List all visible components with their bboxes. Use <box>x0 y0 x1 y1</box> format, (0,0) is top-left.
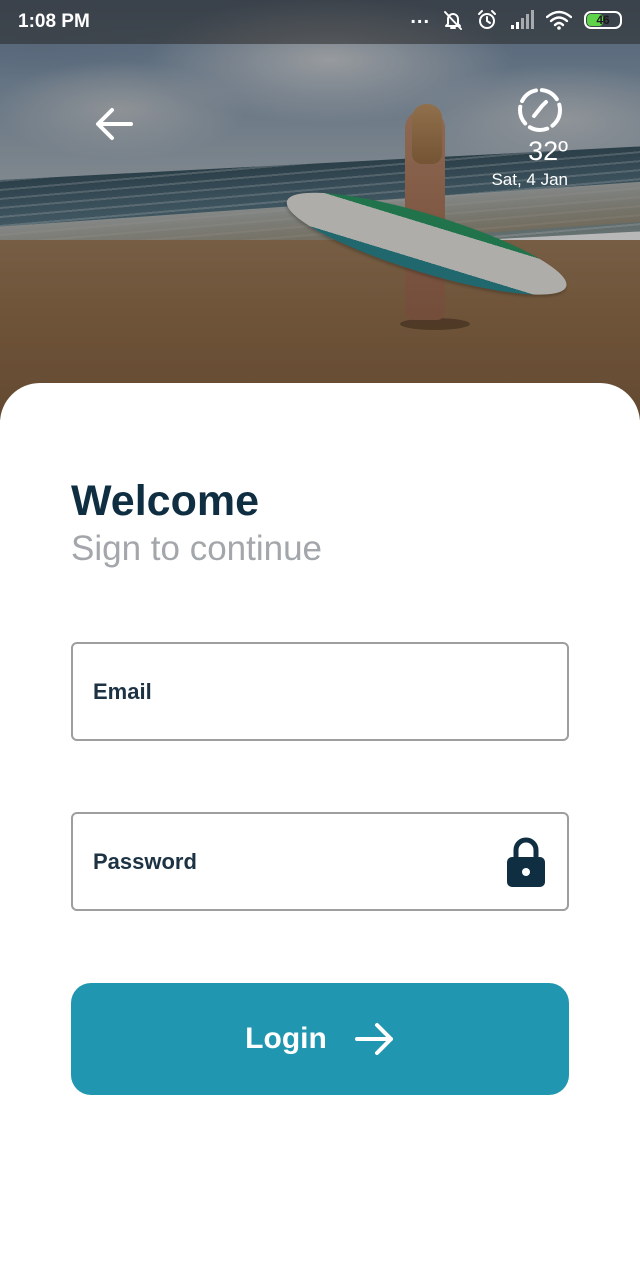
welcome-subtitle: Sign to continue <box>71 529 323 568</box>
battery-level-text: 46 <box>596 13 610 27</box>
muted-bell-icon <box>442 9 464 31</box>
back-button[interactable] <box>90 100 138 148</box>
password-field[interactable] <box>71 812 569 911</box>
date-text: Sat, 4 Jan <box>491 170 568 189</box>
arrow-left-icon <box>96 108 133 140</box>
status-bar: 1:08 PM ... 46 <box>0 0 640 44</box>
login-card: Welcome Sign to continue Login <box>0 383 640 1280</box>
email-input[interactable] <box>93 644 493 739</box>
status-time: 1:08 PM <box>18 11 90 32</box>
welcome-title: Welcome <box>71 477 259 525</box>
login-button-label: Login <box>245 1022 327 1055</box>
battery-icon: 46 <box>584 11 622 29</box>
lock-icon[interactable] <box>505 836 547 888</box>
email-field[interactable] <box>71 642 569 741</box>
dots-icon: ... <box>410 6 430 28</box>
alarm-icon <box>476 9 498 31</box>
dashed-compass-icon <box>518 88 562 132</box>
login-screen: 1:08 PM ... 46 32º Sat, 4 Jan Welcome Si… <box>0 0 640 1280</box>
signal-icon <box>510 10 534 30</box>
temperature-text: 32º <box>528 136 568 166</box>
arrow-right-icon <box>354 1023 393 1055</box>
login-button[interactable]: Login <box>71 983 569 1095</box>
password-input[interactable] <box>93 814 493 909</box>
hero-beach-image <box>0 0 640 420</box>
status-icons: ... 46 <box>410 6 622 31</box>
wifi-icon <box>546 10 572 30</box>
hero-overlay <box>0 0 640 420</box>
